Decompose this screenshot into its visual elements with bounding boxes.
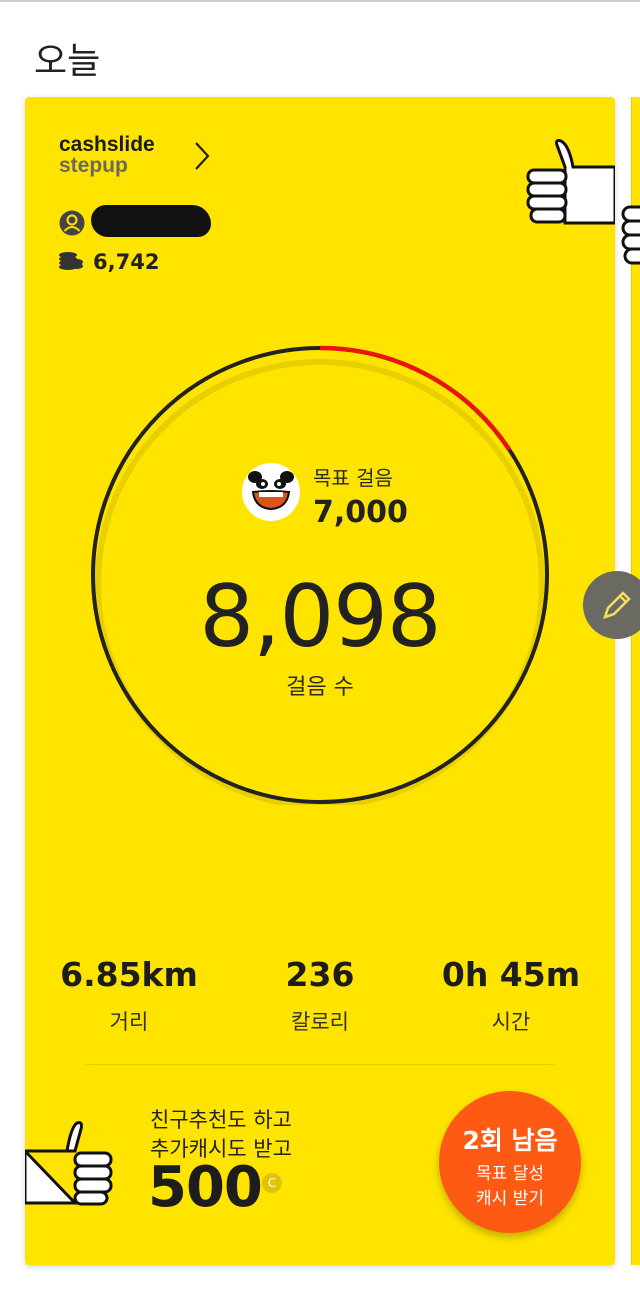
stepup-card: cashslide stepup 6,742 목표 걸음 7,000 8,098…	[25, 97, 615, 1265]
brand-line1: cashslide	[59, 133, 155, 156]
time-value: 0h 45m	[441, 955, 581, 994]
distance-label: 거리	[109, 1010, 149, 1034]
user-icon	[59, 210, 85, 236]
chevron-right-icon[interactable]	[193, 141, 211, 171]
redacted-username	[91, 205, 211, 237]
brand-line2: stepup	[59, 154, 128, 177]
stat-calories: 236 칼로리	[230, 955, 410, 1036]
coins-icon	[59, 252, 83, 270]
calories-value: 236	[285, 955, 355, 994]
promo-amount[interactable]: 500	[148, 1155, 263, 1220]
page-title: 오늘	[34, 41, 101, 82]
thumbs-up-icon	[526, 139, 615, 225]
cashslide-stepup-logo[interactable]: cashslide stepup	[59, 134, 155, 176]
goal-label: 목표 걸음	[313, 466, 393, 490]
distance-value: 6.85km	[60, 955, 198, 994]
stat-distance: 6.85km 거리	[39, 955, 219, 1036]
cash-icon: C	[262, 1173, 282, 1193]
thumbs-up-icon	[25, 1121, 113, 1206]
step-count: 8,098	[199, 567, 441, 667]
step-count-label: 걸음 수	[286, 675, 354, 700]
time-label: 시간	[491, 1010, 531, 1034]
stat-time: 0h 45m 시간	[421, 955, 601, 1036]
pencil-icon	[603, 591, 631, 619]
promo-line1[interactable]: 친구추천도 하고	[150, 1104, 292, 1134]
edit-goal-button[interactable]	[583, 571, 640, 639]
coin-balance: 6,742	[93, 250, 160, 274]
goal-value: 7,000	[313, 495, 408, 530]
reward-line3: 캐시 받기	[476, 1189, 544, 1209]
calories-label: 칼로리	[291, 1010, 349, 1034]
status-divider	[0, 0, 640, 2]
reward-line2: 목표 달성	[476, 1164, 544, 1184]
reward-remaining: 2회 남음	[462, 1126, 558, 1155]
panda-icon	[242, 463, 300, 521]
claim-reward-button[interactable]: 2회 남음 목표 달성 캐시 받기	[439, 1091, 581, 1233]
thumbs-up-icon	[621, 205, 640, 265]
stats-divider	[85, 1064, 555, 1065]
